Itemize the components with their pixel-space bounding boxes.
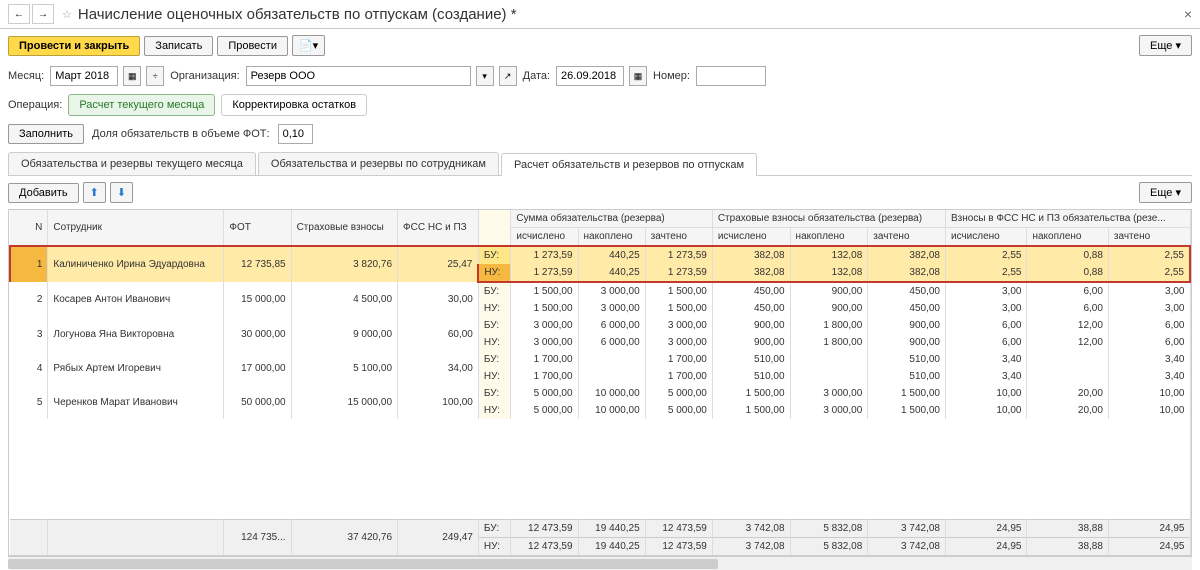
org-dropdown-icon[interactable]: ▾ bbox=[476, 66, 494, 86]
page-title: Начисление оценочных обязательств по отп… bbox=[78, 6, 517, 23]
table-row[interactable]: 2 Косарев Антон Иванович 15 000,00 4 500… bbox=[10, 282, 1190, 300]
close-icon[interactable]: × bbox=[1184, 6, 1192, 22]
tab-vacation-calc[interactable]: Расчет обязательств и резервов по отпуск… bbox=[501, 153, 757, 176]
post-close-button[interactable]: Провести и закрыть bbox=[8, 36, 140, 56]
col-employee: Сотрудник bbox=[48, 210, 224, 246]
col-fot: ФОТ bbox=[224, 210, 291, 246]
op-correction[interactable]: Корректировка остатков bbox=[221, 94, 367, 116]
report-menu-button[interactable]: 📄▾ bbox=[292, 35, 325, 56]
back-button[interactable]: ← bbox=[8, 4, 30, 24]
table-more-button[interactable]: Еще ▾ bbox=[1139, 182, 1192, 203]
favorite-icon[interactable]: ☆ bbox=[62, 8, 72, 21]
date-label: Дата: bbox=[523, 70, 550, 82]
share-input[interactable] bbox=[278, 124, 313, 144]
post-button[interactable]: Провести bbox=[217, 36, 288, 56]
col-fss: ФСС НС и ПЗ bbox=[398, 210, 479, 246]
table-row[interactable]: 4 Рябых Артем Игоревич 17 000,00 5 100,0… bbox=[10, 351, 1190, 368]
org-open-icon[interactable]: ↗ bbox=[499, 66, 517, 86]
move-up-button[interactable]: ⬆ bbox=[83, 182, 106, 203]
col-insurance: Страховые взносы bbox=[291, 210, 397, 246]
add-button[interactable]: Добавить bbox=[8, 183, 79, 203]
fill-button[interactable]: Заполнить bbox=[8, 124, 84, 144]
month-label: Месяц: bbox=[8, 70, 44, 82]
org-label: Организация: bbox=[170, 70, 239, 82]
month-calendar-icon[interactable]: ▦ bbox=[123, 66, 141, 86]
col-group-insurance-liab: Страховые взносы обязательства (резерва) bbox=[712, 210, 945, 228]
share-label: Доля обязательств в объеме ФОТ: bbox=[92, 128, 270, 140]
forward-button[interactable]: → bbox=[32, 4, 54, 24]
tab-current-month[interactable]: Обязательства и резервы текущего месяца bbox=[8, 152, 256, 175]
table-row[interactable]: 5 Черенков Марат Иванович 50 000,00 15 0… bbox=[10, 385, 1190, 402]
write-button[interactable]: Записать bbox=[144, 36, 213, 56]
month-spinner[interactable]: ÷ bbox=[146, 66, 164, 86]
horizontal-scrollbar[interactable] bbox=[8, 556, 1192, 570]
col-n: N bbox=[10, 210, 48, 246]
operation-label: Операция: bbox=[8, 99, 62, 111]
number-input[interactable] bbox=[696, 66, 766, 86]
date-calendar-icon[interactable]: ▦ bbox=[629, 66, 647, 86]
tab-by-employee[interactable]: Обязательства и резервы по сотрудникам bbox=[258, 152, 499, 175]
move-down-button[interactable]: ⬇ bbox=[110, 182, 133, 203]
org-input[interactable] bbox=[246, 66, 471, 86]
calc-table[interactable]: N Сотрудник ФОТ Страховые взносы ФСС НС … bbox=[9, 210, 1191, 555]
number-label: Номер: bbox=[653, 70, 690, 82]
date-input[interactable] bbox=[556, 66, 624, 86]
more-button[interactable]: Еще ▾ bbox=[1139, 35, 1192, 56]
table-row[interactable]: 1 Калиниченко Ирина Эдуардовна 12 735,85… bbox=[10, 246, 1190, 264]
col-group-fss-liab: Взносы в ФСС НС и ПЗ обязательства (резе… bbox=[945, 210, 1190, 228]
month-input[interactable] bbox=[50, 66, 118, 86]
totals-row: 124 735...37 420,76249,47 БУ:12 473,5919… bbox=[10, 519, 1190, 537]
table-row[interactable]: 3 Логунова Яна Викторовна 30 000,00 9 00… bbox=[10, 317, 1190, 334]
col-group-liability: Сумма обязательства (резерва) bbox=[511, 210, 712, 228]
op-calc-current[interactable]: Расчет текущего месяца bbox=[68, 94, 215, 116]
